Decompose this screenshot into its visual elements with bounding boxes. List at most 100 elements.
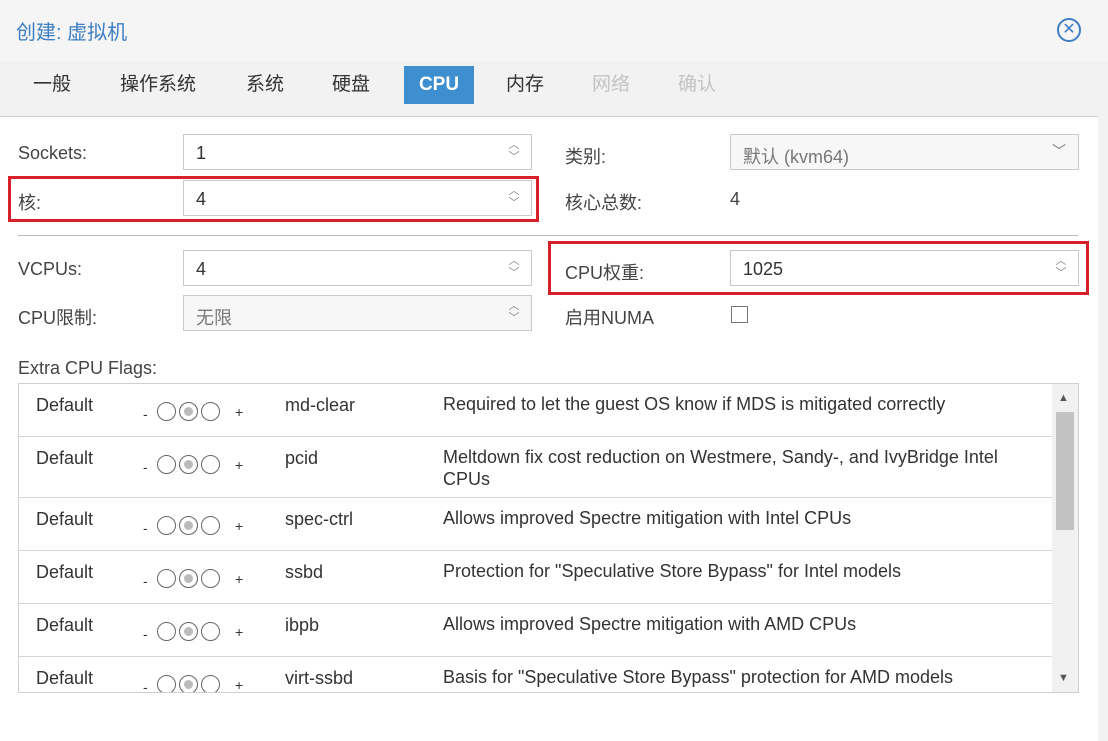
close-icon[interactable]: ✕ xyxy=(1057,18,1081,42)
sockets-input[interactable]: 1 ︿ ﹀ xyxy=(183,134,532,170)
chevron-down-icon[interactable]: ﹀ xyxy=(1052,141,1066,161)
cpu-flags-grid: Default - + md-clear Required to let the gue… xyxy=(18,383,1079,693)
table-row: Default - + ssbd Protection for "Speculative… xyxy=(19,551,1052,604)
vcpus-label: VCPUs: xyxy=(18,259,83,279)
sockets-spinner-icon[interactable]: ︿ ﹀ xyxy=(507,139,521,165)
table-row: Default - + spec-ctrl Allows improved Spectr… xyxy=(19,498,1052,551)
flag-name: virt-ssbd xyxy=(285,668,354,688)
tab-system[interactable]: 系统 xyxy=(234,66,296,104)
flag-off-radio[interactable] xyxy=(157,675,176,692)
flag-default-radio[interactable] xyxy=(179,675,198,692)
flag-tristate-switch[interactable]: - + xyxy=(141,565,251,591)
tab-os[interactable]: 操作系统 xyxy=(108,66,208,104)
minus-icon: - xyxy=(143,520,148,536)
sockets-value: 1 xyxy=(196,143,207,163)
flag-description: Required to let the guest OS know if MDS… xyxy=(443,394,946,414)
vcpus-spinner-icon[interactable]: ︿ ﹀ xyxy=(507,255,521,281)
grid-scrollbar[interactable]: ▲ ▼ xyxy=(1052,384,1078,692)
flag-state: Default xyxy=(36,562,94,582)
flag-tristate-switch[interactable]: - + xyxy=(141,451,251,477)
cpu-limit-input[interactable]: 无限 ︿ ﹀ xyxy=(183,295,532,331)
plus-icon: + xyxy=(235,624,244,640)
cpu-limit-spinner-icon[interactable]: ︿ ﹀ xyxy=(507,300,521,326)
total-cores-value: 4 xyxy=(730,189,741,209)
flag-off-radio[interactable] xyxy=(157,402,176,421)
table-row: Default - + pcid Meltdown fix cost reduction… xyxy=(19,437,1052,498)
flag-name: pcid xyxy=(285,448,319,468)
extra-cpu-flags-label: Extra CPU Flags: xyxy=(18,358,158,378)
cpu-limit-label: CPU限制: xyxy=(18,308,98,328)
flag-state: Default xyxy=(36,448,94,468)
flag-description: Protection for "Speculative Store Bypass… xyxy=(443,561,901,581)
sockets-label: Sockets: xyxy=(18,143,88,163)
minus-icon: - xyxy=(143,406,148,422)
dialog-title: 创建: 虚拟机 xyxy=(16,22,128,44)
tab-memory[interactable]: 内存 xyxy=(494,66,556,104)
flag-tristate-switch[interactable]: - + xyxy=(141,398,251,424)
tab-disk[interactable]: 硬盘 xyxy=(320,66,382,104)
flag-default-radio[interactable] xyxy=(179,516,198,535)
vcpus-value: 4 xyxy=(196,259,207,279)
table-row: Default - + ibpb Allows improved Spectre mit… xyxy=(19,604,1052,657)
type-label: 类别: xyxy=(565,147,607,167)
flag-off-radio[interactable] xyxy=(157,516,176,535)
tab-network[interactable]: 网络 xyxy=(580,66,642,104)
flag-tristate-switch[interactable]: - + xyxy=(141,618,251,644)
flag-on-radio[interactable] xyxy=(201,622,220,641)
dialog-titlebar: 创建: 虚拟机 ✕ xyxy=(0,0,1108,62)
tab-general[interactable]: 一般 xyxy=(20,66,84,104)
plus-icon: + xyxy=(235,518,244,534)
flag-description: Basis for "Speculative Store Bypass" pro… xyxy=(443,667,954,687)
flag-tristate-switch[interactable]: - + xyxy=(141,671,251,693)
flag-default-radio[interactable] xyxy=(179,622,198,641)
numa-label: 启用NUMA xyxy=(565,308,654,328)
tab-cpu[interactable]: CPU xyxy=(404,66,474,104)
cores-highlight-box xyxy=(8,176,539,222)
scroll-thumb[interactable] xyxy=(1056,412,1074,530)
flag-state: Default xyxy=(36,668,94,688)
flag-on-radio[interactable] xyxy=(201,675,220,692)
flag-name: ibpb xyxy=(285,615,320,635)
minus-icon: - xyxy=(143,573,148,589)
flag-state: Default xyxy=(36,395,94,415)
flag-off-radio[interactable] xyxy=(157,622,176,641)
table-row: Default - + virt-ssbd Basis for "Speculative… xyxy=(19,657,1052,693)
type-select[interactable]: 默认 (kvm64) ﹀ xyxy=(730,134,1079,170)
flag-description: Allows improved Spectre mitigation with … xyxy=(443,614,857,634)
cpu-weight-highlight-box xyxy=(548,241,1089,295)
numa-checkbox[interactable] xyxy=(731,306,748,323)
section-divider xyxy=(18,235,1078,236)
flag-tristate-switch[interactable]: - + xyxy=(141,512,251,538)
flag-state: Default xyxy=(36,615,94,635)
plus-icon: + xyxy=(235,457,244,473)
flag-on-radio[interactable] xyxy=(201,516,220,535)
table-row: Default - + md-clear Required to let the gue… xyxy=(19,384,1052,437)
tab-bar: 一般 操作系统 系统 硬盘 CPU 内存 网络 确认 xyxy=(0,66,1108,108)
plus-icon: + xyxy=(235,404,244,420)
flag-default-radio[interactable] xyxy=(179,402,198,421)
flag-off-radio[interactable] xyxy=(157,569,176,588)
type-value: 默认 (kvm64) xyxy=(743,147,850,167)
tab-confirm[interactable]: 确认 xyxy=(666,66,728,104)
total-cores-label: 核心总数: xyxy=(565,193,643,213)
scroll-down-icon[interactable]: ▼ xyxy=(1058,672,1069,684)
minus-icon: - xyxy=(143,459,148,475)
plus-icon: + xyxy=(235,571,244,587)
minus-icon: - xyxy=(143,626,148,642)
flag-on-radio[interactable] xyxy=(201,455,220,474)
flag-name: ssbd xyxy=(285,562,324,582)
scroll-up-icon[interactable]: ▲ xyxy=(1058,392,1069,404)
flag-on-radio[interactable] xyxy=(201,569,220,588)
cpu-settings-panel: Sockets: 1 ︿ ﹀ 类别: 默认 (kvm64) ﹀ 核: 4 ︿ ﹀ 核… xyxy=(0,116,1098,741)
flag-state: Default xyxy=(36,509,94,529)
flag-name: md-clear xyxy=(285,395,356,415)
vcpus-input[interactable]: 4 ︿ ﹀ xyxy=(183,250,532,286)
flag-on-radio[interactable] xyxy=(201,402,220,421)
flag-off-radio[interactable] xyxy=(157,455,176,474)
flag-description: Allows improved Spectre mitigation with … xyxy=(443,508,852,528)
plus-icon: + xyxy=(235,677,244,693)
flag-name: spec-ctrl xyxy=(285,509,354,529)
minus-icon: - xyxy=(143,679,148,693)
flag-default-radio[interactable] xyxy=(179,569,198,588)
flag-default-radio[interactable] xyxy=(179,455,198,474)
